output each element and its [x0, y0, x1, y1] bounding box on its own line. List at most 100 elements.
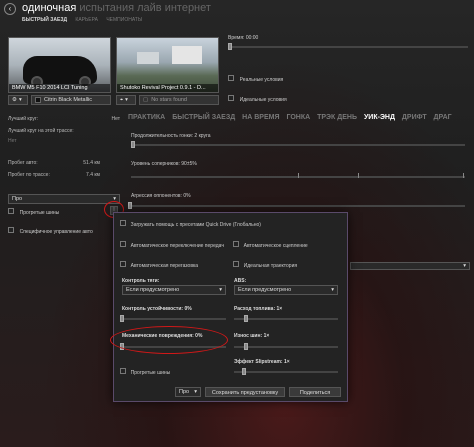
- chevron-down-icon: ▾: [331, 287, 334, 293]
- auto-blip-row[interactable]: Автоматическая перегазовка: [120, 261, 198, 269]
- mode-tabs: ПРАКТИКА БЫСТРЫЙ ЗАЕЗД НА ВРЕМЯ ГОНКА ТР…: [128, 114, 457, 121]
- track-name: Shutoko Revival Project 0.9.1 - D...: [117, 84, 218, 92]
- car-skin-select[interactable]: Citrin Black Metallic: [31, 95, 111, 105]
- tab-race[interactable]: ГОНКА: [286, 114, 310, 121]
- map-icon: ⌖: [120, 96, 124, 103]
- real-conditions-row[interactable]: Реальные условия: [228, 75, 283, 83]
- background-select[interactable]: ▾: [350, 262, 470, 270]
- tyre-wear-thumb[interactable]: [244, 343, 248, 350]
- best-lap-value: Нет: [111, 116, 120, 122]
- opponent-level-max-handle[interactable]: [358, 173, 359, 178]
- sub-nav: БЫСТРЫЙ ЗАЕЗД КАРЬЕРА ЧЕМПИОНАТЫ: [22, 17, 149, 23]
- subnav-championships[interactable]: ЧЕМПИОНАТЫ: [106, 17, 142, 23]
- aggression-label: Агрессия оппонентов: 0%: [131, 193, 191, 199]
- car-mileage-label: Пробег авто:: [8, 160, 38, 166]
- ideal-line-checkbox[interactable]: [233, 261, 239, 267]
- tab-quick-race[interactable]: БЫСТРЫЙ ЗАЕЗД: [172, 114, 235, 121]
- popup-warm-tires-row[interactable]: Прогретые шины: [120, 368, 170, 376]
- share-button[interactable]: Поделиться: [289, 387, 341, 397]
- back-button[interactable]: ‹: [4, 3, 16, 15]
- load-preset-row[interactable]: Загружать помощь с пресетами Quick Drive…: [120, 220, 261, 228]
- skin-label: Citrin Black Metallic: [44, 97, 92, 103]
- race-duration-thumb[interactable]: [131, 141, 135, 148]
- auto-clutch-checkbox[interactable]: [233, 241, 239, 247]
- tab-time-attack[interactable]: НА ВРЕМЯ: [242, 114, 279, 121]
- tc-select[interactable]: Если предусмотрено ▾: [122, 285, 226, 295]
- popup-warm-tires-label: Прогретые шины: [130, 370, 171, 376]
- fuel-slider[interactable]: [234, 318, 338, 320]
- chevron-down-icon: ▾: [463, 263, 466, 269]
- tc-value: Если предусмотрено: [126, 287, 180, 293]
- subnav-quick-race[interactable]: БЫСТРЫЙ ЗАЕЗД: [22, 17, 67, 23]
- load-preset-label: Загружать помощь с пресетами Quick Drive…: [130, 222, 261, 228]
- slipstream-label: Эффект Slipstream: 1×: [234, 359, 290, 365]
- time-label: Время: 00:00: [228, 35, 259, 41]
- slipstream-thumb[interactable]: [242, 368, 246, 375]
- warm-tires-label: Прогретые шины: [19, 210, 60, 216]
- fuel-thumb[interactable]: [244, 315, 248, 322]
- auto-shift-row[interactable]: Автоматическое переключение передач: [120, 241, 224, 249]
- time-slider[interactable]: [228, 46, 468, 48]
- opponent-level-end: [463, 173, 464, 178]
- tyre-wear-slider[interactable]: [234, 346, 338, 348]
- track-mileage-value: 7.4 км: [86, 172, 100, 178]
- time-slider-thumb[interactable]: [228, 43, 232, 50]
- chevron-down-icon: ▾: [18, 97, 22, 103]
- chevron-down-icon: ▾: [219, 287, 222, 293]
- ideal-conditions-checkbox[interactable]: [228, 95, 234, 101]
- auto-shift-label: Автоматическое переключение передач: [130, 243, 224, 249]
- car-mileage-value: 51.4 км: [83, 160, 100, 166]
- load-preset-checkbox[interactable]: [120, 220, 126, 226]
- ideal-conditions-label: Идеальные условия: [239, 97, 287, 103]
- warm-tires-checkbox[interactable]: [8, 208, 14, 214]
- aggression-thumb[interactable]: [128, 202, 132, 209]
- slipstream-slider[interactable]: [234, 371, 338, 373]
- layout-label: No stars found: [151, 97, 187, 103]
- auto-blip-checkbox[interactable]: [120, 261, 126, 267]
- car-tuning-button[interactable]: ⚙ ▾: [8, 95, 28, 105]
- nav-others[interactable]: испытания лайв интернет: [76, 2, 211, 14]
- tab-track-day[interactable]: ТРЭК ДЕНЬ: [317, 114, 357, 121]
- popup-warm-tires-checkbox[interactable]: [120, 368, 126, 374]
- stability-label: Контроль устойчивости: 0%: [122, 306, 192, 312]
- assist-preset-select[interactable]: Про ▾: [8, 194, 120, 204]
- opponent-level-label: Уровень соперников: 90±5%: [131, 161, 197, 167]
- aggression-slider[interactable]: [131, 205, 465, 207]
- save-preset-button[interactable]: Сохранить предустановку: [205, 387, 285, 397]
- car-thumbnail[interactable]: BMW M5 F10 2014 LCI Tuning: [8, 37, 111, 93]
- auto-shift-checkbox[interactable]: [120, 241, 126, 247]
- auto-clutch-label: Автоматическое сцепление: [243, 243, 308, 249]
- ideal-line-row[interactable]: Идеальная траектория: [233, 261, 297, 269]
- layout-icon: ▢: [143, 97, 149, 103]
- auto-clutch-row[interactable]: Автоматическое сцепление: [233, 241, 308, 249]
- abs-select[interactable]: Если предусмотрено ▾: [234, 285, 338, 295]
- highlight-ellipse: [110, 326, 228, 354]
- tab-drift[interactable]: ДРИФТ: [402, 114, 427, 121]
- nav-single[interactable]: одиночная: [22, 2, 76, 14]
- warm-tires-row[interactable]: Прогретые шины: [8, 208, 59, 216]
- tab-practice[interactable]: ПРАКТИКА: [128, 114, 165, 121]
- tab-weekend[interactable]: УИК-ЭНД: [364, 114, 395, 121]
- tab-drag[interactable]: ДРАГ: [434, 114, 452, 121]
- abs-label: ABS:: [234, 278, 247, 284]
- chevron-down-icon: ▾: [194, 389, 197, 395]
- stability-slider[interactable]: [122, 318, 226, 320]
- car-name: BMW M5 F10 2014 LCI Tuning: [9, 84, 110, 92]
- race-duration-label: Продолжительность гонки: 2 круга: [131, 133, 211, 139]
- tc-label: Контроль тяги:: [122, 278, 160, 284]
- track-layout-select[interactable]: ▢ No stars found: [139, 95, 219, 105]
- real-conditions-checkbox[interactable]: [228, 75, 234, 81]
- race-duration-slider[interactable]: [131, 144, 465, 146]
- popup-preset-select[interactable]: Про ▾: [175, 387, 201, 397]
- opponent-level-min-handle[interactable]: [298, 173, 299, 178]
- popup-preset-value: Про: [179, 389, 190, 395]
- track-thumbnail[interactable]: Shutoko Revival Project 0.9.1 - D...: [116, 37, 219, 93]
- real-conditions-label: Реальные условия: [239, 77, 284, 83]
- subnav-career[interactable]: КАРЬЕРА: [75, 17, 98, 23]
- steering-icon: ⚙: [12, 97, 17, 103]
- ideal-conditions-row[interactable]: Идеальные условия: [228, 95, 287, 103]
- stability-thumb[interactable]: [120, 315, 124, 322]
- track-map-button[interactable]: ⌖ ▾: [116, 95, 136, 105]
- car-specific-row[interactable]: Специфичное управление авто: [8, 227, 93, 235]
- car-specific-checkbox[interactable]: [8, 227, 14, 233]
